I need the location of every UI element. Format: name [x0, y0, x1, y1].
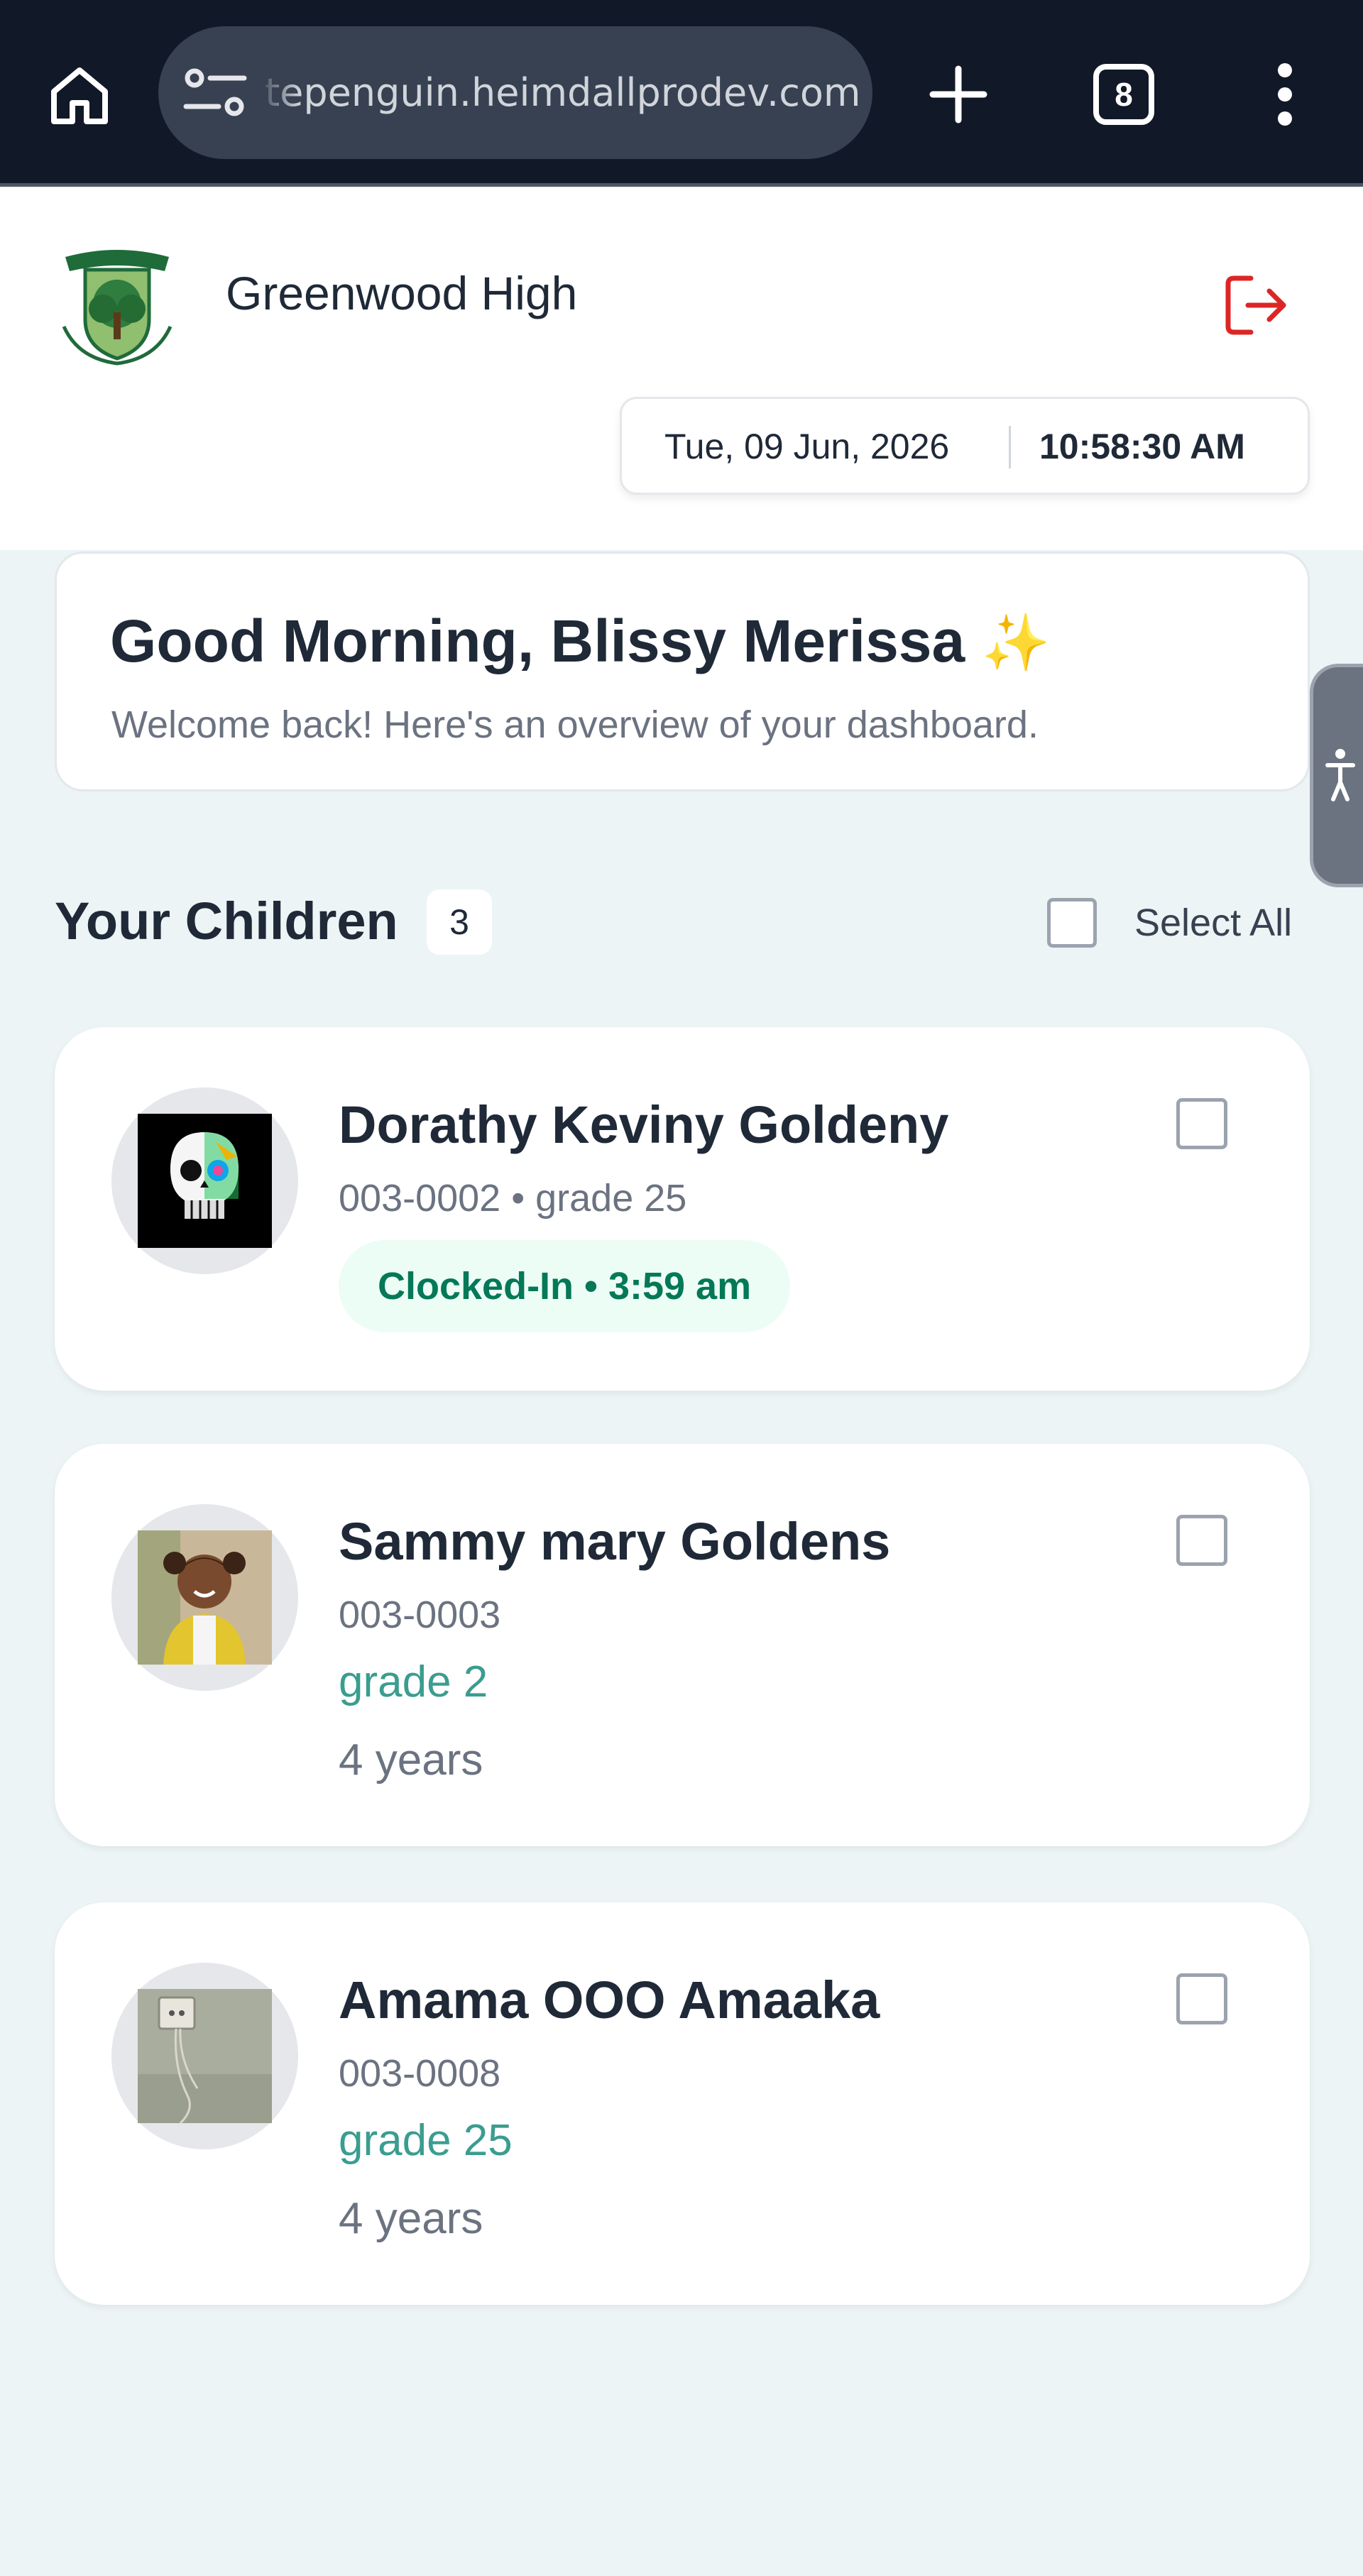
child-grade: grade 2 — [339, 1657, 488, 1706]
tab-switcher-button[interactable]: 8 — [1093, 64, 1154, 125]
child-name: Dorathy Keviny Goldeny — [339, 1095, 949, 1154]
child-card[interactable]: Sammy mary Goldens 003-0003 grade 2 4 ye… — [55, 1444, 1310, 1846]
select-all-label[interactable]: Select All — [1134, 898, 1292, 948]
child-card[interactable]: Amama OOO Amaaka 003-0008 grade 25 4 yea… — [55, 1902, 1310, 2305]
child-avatar — [111, 1963, 298, 2149]
greeting-text: Good Morning, Blissy Merissa — [110, 608, 965, 674]
app-header: Greenwood High Tue, 09 Jun, 2026 10:58:3… — [0, 188, 1363, 550]
date-time-separator — [1009, 426, 1011, 468]
greeting-title: Good Morning, Blissy Merissa ✨ — [110, 607, 1051, 676]
child-photo — [138, 1530, 272, 1665]
more-vert-icon — [1278, 63, 1292, 126]
url-text[interactable]: tepenguin.heimdallprodev.com — [265, 26, 861, 159]
new-tab-button[interactable] — [923, 59, 994, 130]
logout-button[interactable] — [1221, 270, 1292, 341]
child-name: Sammy mary Goldens — [339, 1512, 891, 1571]
browser-menu-button[interactable] — [1264, 59, 1306, 130]
child-avatar — [111, 1504, 298, 1691]
child-id: 003-0008 — [339, 2052, 501, 2095]
accessibility-icon — [1325, 749, 1355, 801]
plus-icon — [929, 65, 987, 124]
child-select-checkbox[interactable] — [1176, 1973, 1227, 2024]
greeting-card: Good Morning, Blissy Merissa ✨ Welcome b… — [55, 552, 1310, 791]
child-card[interactable]: Dorathy Keviny Goldeny 003-0002 • grade … — [55, 1027, 1310, 1391]
home-button[interactable] — [44, 59, 115, 130]
current-time: 10:58:30 AM — [1039, 427, 1245, 466]
browser-toolbar: tepenguin.heimdallprodev.com 8 — [0, 0, 1363, 187]
select-all-checkbox[interactable] — [1047, 898, 1097, 948]
child-photo — [138, 1989, 272, 2123]
sparkle-icon: ✨ — [981, 611, 1051, 674]
home-icon — [51, 67, 108, 124]
child-id: 003-0003 — [339, 1594, 501, 1636]
child-select-checkbox[interactable] — [1176, 1098, 1227, 1149]
url-fade — [258, 26, 300, 159]
school-logo — [57, 241, 177, 366]
child-select-checkbox[interactable] — [1176, 1515, 1227, 1566]
accessibility-button[interactable] — [1310, 664, 1363, 887]
child-name: Amama OOO Amaaka — [339, 1971, 880, 2029]
current-date: Tue, 09 Jun, 2026 — [664, 427, 950, 466]
children-section-title: Your Children — [55, 892, 398, 950]
tune-icon[interactable] — [183, 67, 247, 118]
attendance-status-badge: Clocked-In • 3:59 am — [339, 1240, 791, 1332]
school-name: Greenwood High — [226, 267, 578, 319]
greeting-subtitle: Welcome back! Here's an overview of your… — [111, 703, 1039, 746]
child-age: 4 years — [339, 1736, 483, 1785]
children-count-badge: 3 — [427, 889, 492, 955]
child-photo — [138, 1114, 272, 1248]
toolbar-divider — [0, 183, 1363, 187]
child-age: 4 years — [339, 2194, 483, 2243]
logout-icon — [1225, 275, 1286, 335]
child-grade: grade 25 — [339, 2116, 513, 2165]
date-time-display: Tue, 09 Jun, 2026 10:58:30 AM — [620, 397, 1310, 495]
child-id-grade: 003-0002 • grade 25 — [339, 1177, 687, 1220]
address-bar[interactable]: tepenguin.heimdallprodev.com — [158, 26, 872, 159]
child-avatar — [111, 1087, 298, 1274]
